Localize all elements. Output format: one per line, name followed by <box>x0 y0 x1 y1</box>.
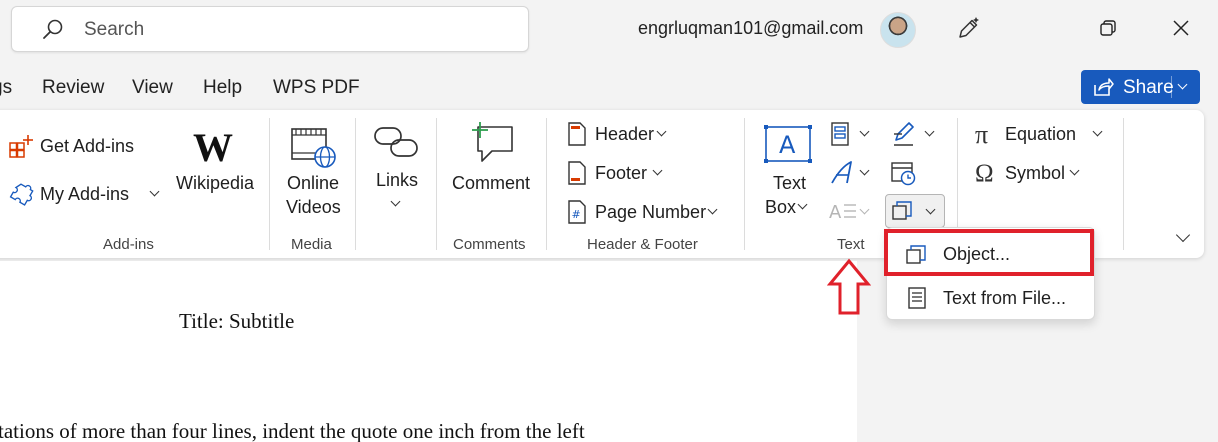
avatar[interactable] <box>880 12 916 48</box>
document-page[interactable]: Title: Subtitle tations of more than fou… <box>0 261 857 442</box>
tab-mailings[interactable]: gs <box>0 77 12 99</box>
wikipedia-button[interactable]: Wikipedia <box>176 173 254 194</box>
wordart-icon[interactable] <box>829 160 855 186</box>
my-addins-button[interactable]: My Add-ins <box>40 184 129 205</box>
share-button[interactable]: Share <box>1081 70 1200 104</box>
header-icon <box>568 122 586 146</box>
restore-window-icon[interactable] <box>1100 20 1116 36</box>
online-videos-line1[interactable]: Online <box>287 173 339 194</box>
share-label: Share <box>1123 77 1174 98</box>
share-chevron-icon[interactable] <box>1177 79 1188 90</box>
account-email[interactable]: engrluqman101@gmail.com <box>638 18 863 39</box>
page-number-icon: # <box>568 200 586 224</box>
group-label-addins: Add-ins <box>103 236 154 253</box>
date-time-icon[interactable] <box>891 160 917 186</box>
svg-text:A: A <box>829 202 842 222</box>
wikipedia-icon: W <box>193 125 233 170</box>
link-icon <box>374 127 418 157</box>
search-placeholder: Search <box>84 19 145 40</box>
comment-button[interactable]: Comment <box>452 173 530 194</box>
tab-wps-pdf[interactable]: WPS PDF <box>273 77 360 99</box>
online-videos-icon <box>291 128 336 168</box>
tab-review[interactable]: Review <box>42 77 104 99</box>
text-box-line1[interactable]: Text <box>773 173 806 194</box>
search-box[interactable]: Search <box>11 6 529 52</box>
equation-button[interactable]: Equation <box>1005 124 1076 145</box>
close-window-icon[interactable] <box>1172 19 1190 37</box>
page-number-button[interactable]: Page Number <box>595 202 706 223</box>
menu-item-text-from-file[interactable]: Text from File... <box>887 278 1096 318</box>
equation-icon: π <box>975 120 989 149</box>
object-icon <box>892 201 912 220</box>
designer-pen-icon[interactable] <box>955 14 983 42</box>
group-label-media: Media <box>291 236 332 253</box>
search-icon <box>43 19 63 39</box>
group-label-header-footer: Header & Footer <box>587 236 698 253</box>
svg-text:#: # <box>572 208 581 221</box>
header-button[interactable]: Header <box>595 124 654 145</box>
group-label-text: Text <box>837 236 865 253</box>
get-addins-button[interactable]: Get Add-ins <box>40 136 134 157</box>
red-highlight-box <box>884 229 1094 276</box>
symbol-button[interactable]: Symbol <box>1005 163 1065 184</box>
tab-view[interactable]: View <box>132 77 173 99</box>
new-comment-icon <box>472 122 513 162</box>
text-box-line2[interactable]: Box <box>765 197 796 218</box>
red-arrow-annotation <box>827 258 871 315</box>
my-addins-icon <box>9 183 34 206</box>
online-videos-line2[interactable]: Videos <box>286 197 341 218</box>
get-addins-icon <box>9 135 33 158</box>
footer-icon <box>568 161 586 185</box>
text-file-icon <box>908 287 926 309</box>
signature-line-icon[interactable] <box>891 121 917 147</box>
menu-item-text-from-file-label: Text from File... <box>943 288 1067 308</box>
document-body-line: tations of more than four lines, indent … <box>0 419 585 442</box>
text-box-icon: A <box>764 125 812 163</box>
svg-text:A: A <box>779 131 796 159</box>
group-label-comments: Comments <box>453 236 526 253</box>
drop-cap-icon: A <box>829 202 856 222</box>
footer-button[interactable]: Footer <box>595 163 647 184</box>
quick-parts-icon[interactable] <box>830 122 852 146</box>
tab-help[interactable]: Help <box>203 77 242 99</box>
links-button[interactable]: Links <box>376 170 418 191</box>
symbol-icon: Ω <box>975 160 994 187</box>
document-title-line: Title: Subtitle <box>179 309 295 333</box>
share-icon <box>1094 78 1114 96</box>
